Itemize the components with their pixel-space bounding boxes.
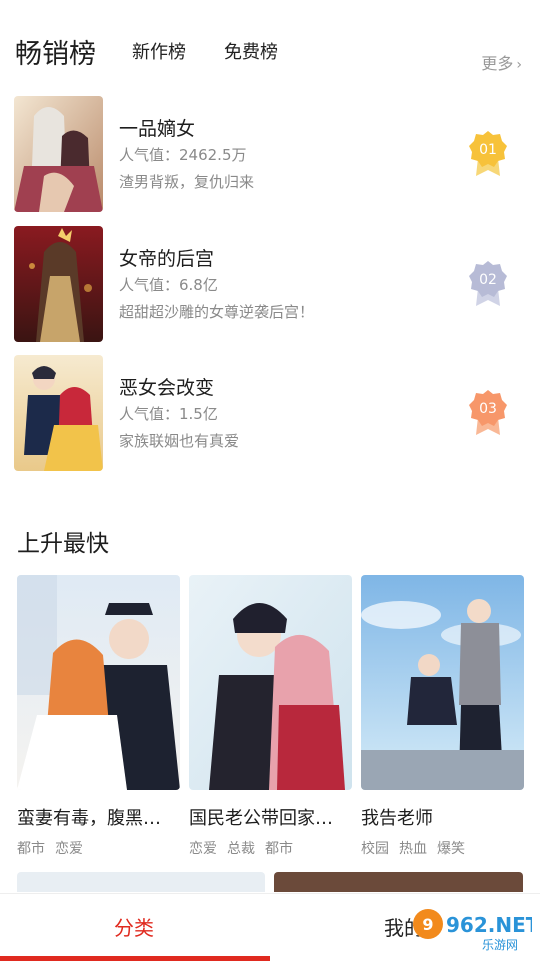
comic-description: 渣男背叛，复仇归来 [119, 173, 255, 191]
rank-item[interactable]: 一品嫡女 人气值：2462.5万 渣男背叛，复仇归来 01 [0, 96, 540, 212]
comic-card[interactable]: 蛮妻有毒，腹黑… 都市 恋爱 [17, 575, 180, 858]
comic-cover[interactable] [14, 226, 103, 342]
comic-cover[interactable] [14, 96, 103, 212]
tag: 恋爱 [55, 841, 83, 857]
rank-number: 01 [479, 142, 497, 158]
ranking-tabs: 畅销榜 新作榜 免费榜 更多 › [0, 0, 540, 90]
comic-cover[interactable] [189, 575, 352, 790]
tag: 恋爱 [189, 841, 217, 857]
comic-cover[interactable] [361, 575, 524, 790]
tab-new[interactable]: 新作榜 [132, 38, 186, 64]
comic-cover-peek[interactable] [17, 872, 265, 892]
comic-description: 超甜超沙雕的女尊逆袭后宫！ [119, 303, 315, 321]
comic-tags: 恋爱 总裁 都市 [189, 838, 352, 858]
watermark-logo: 9 962.NET 乐游网 [402, 904, 540, 952]
comic-cover[interactable] [17, 575, 180, 790]
tag: 校园 [361, 841, 389, 857]
rank-number: 02 [479, 272, 497, 288]
comic-card[interactable]: 国民老公带回家… 恋爱 总裁 都市 [189, 575, 352, 858]
more-link[interactable]: 更多 › [481, 50, 522, 74]
tag: 都市 [17, 841, 45, 857]
rank-number: 03 [479, 401, 497, 417]
comic-title: 我告老师 [361, 808, 433, 829]
rank-medal-icon: 01 [468, 130, 508, 176]
rank-item[interactable]: 女帝的后宫 人气值：6.8亿 超甜超沙雕的女尊逆袭后宫！ 02 [0, 226, 540, 342]
popularity-value: 人气值：2462.5万 [119, 146, 247, 164]
comic-title: 一品嫡女 [119, 118, 196, 140]
comic-cover-peek[interactable] [274, 872, 523, 892]
rank-item[interactable]: 恶女会改变 人气值：1.5亿 家族联姻也有真爱 03 [0, 355, 540, 471]
tag: 都市 [265, 841, 293, 857]
comic-card[interactable]: 我告老师 校园 热血 爆笑 [361, 575, 524, 858]
popularity-value: 人气值：1.5亿 [119, 405, 218, 423]
chevron-right-icon: › [516, 57, 522, 73]
tab-free[interactable]: 免费榜 [224, 38, 278, 64]
nav-category[interactable]: 分类 [114, 912, 154, 941]
tab-bestseller[interactable]: 畅销榜 [15, 32, 96, 71]
comic-title: 女帝的后宫 [119, 248, 215, 270]
tag: 爆笑 [437, 841, 465, 857]
comic-cover[interactable] [14, 355, 103, 471]
watermark-brand: 962.NET [446, 913, 532, 937]
svg-text:9: 9 [422, 915, 433, 934]
popularity-value: 人气值：6.8亿 [119, 276, 218, 294]
comic-tags: 都市 恋爱 [17, 838, 180, 858]
rank-medal-icon: 02 [468, 260, 508, 306]
comic-title: 蛮妻有毒，腹黑… [17, 808, 161, 829]
active-tab-indicator [0, 956, 270, 961]
section-title-rising: 上升最快 [17, 531, 109, 557]
rank-medal-icon: 03 [468, 389, 508, 435]
comic-description: 家族联姻也有真爱 [119, 432, 240, 450]
tag: 总裁 [227, 841, 255, 857]
more-label: 更多 [481, 54, 514, 73]
bottom-nav: 分类 我的 9 962.NET 乐游网 [0, 893, 540, 961]
comic-title: 国民老公带回家… [189, 808, 333, 829]
comic-tags: 校园 热血 爆笑 [361, 838, 524, 858]
tag: 热血 [399, 841, 427, 857]
watermark-sub: 乐游网 [482, 938, 518, 952]
comic-title: 恶女会改变 [119, 377, 215, 399]
